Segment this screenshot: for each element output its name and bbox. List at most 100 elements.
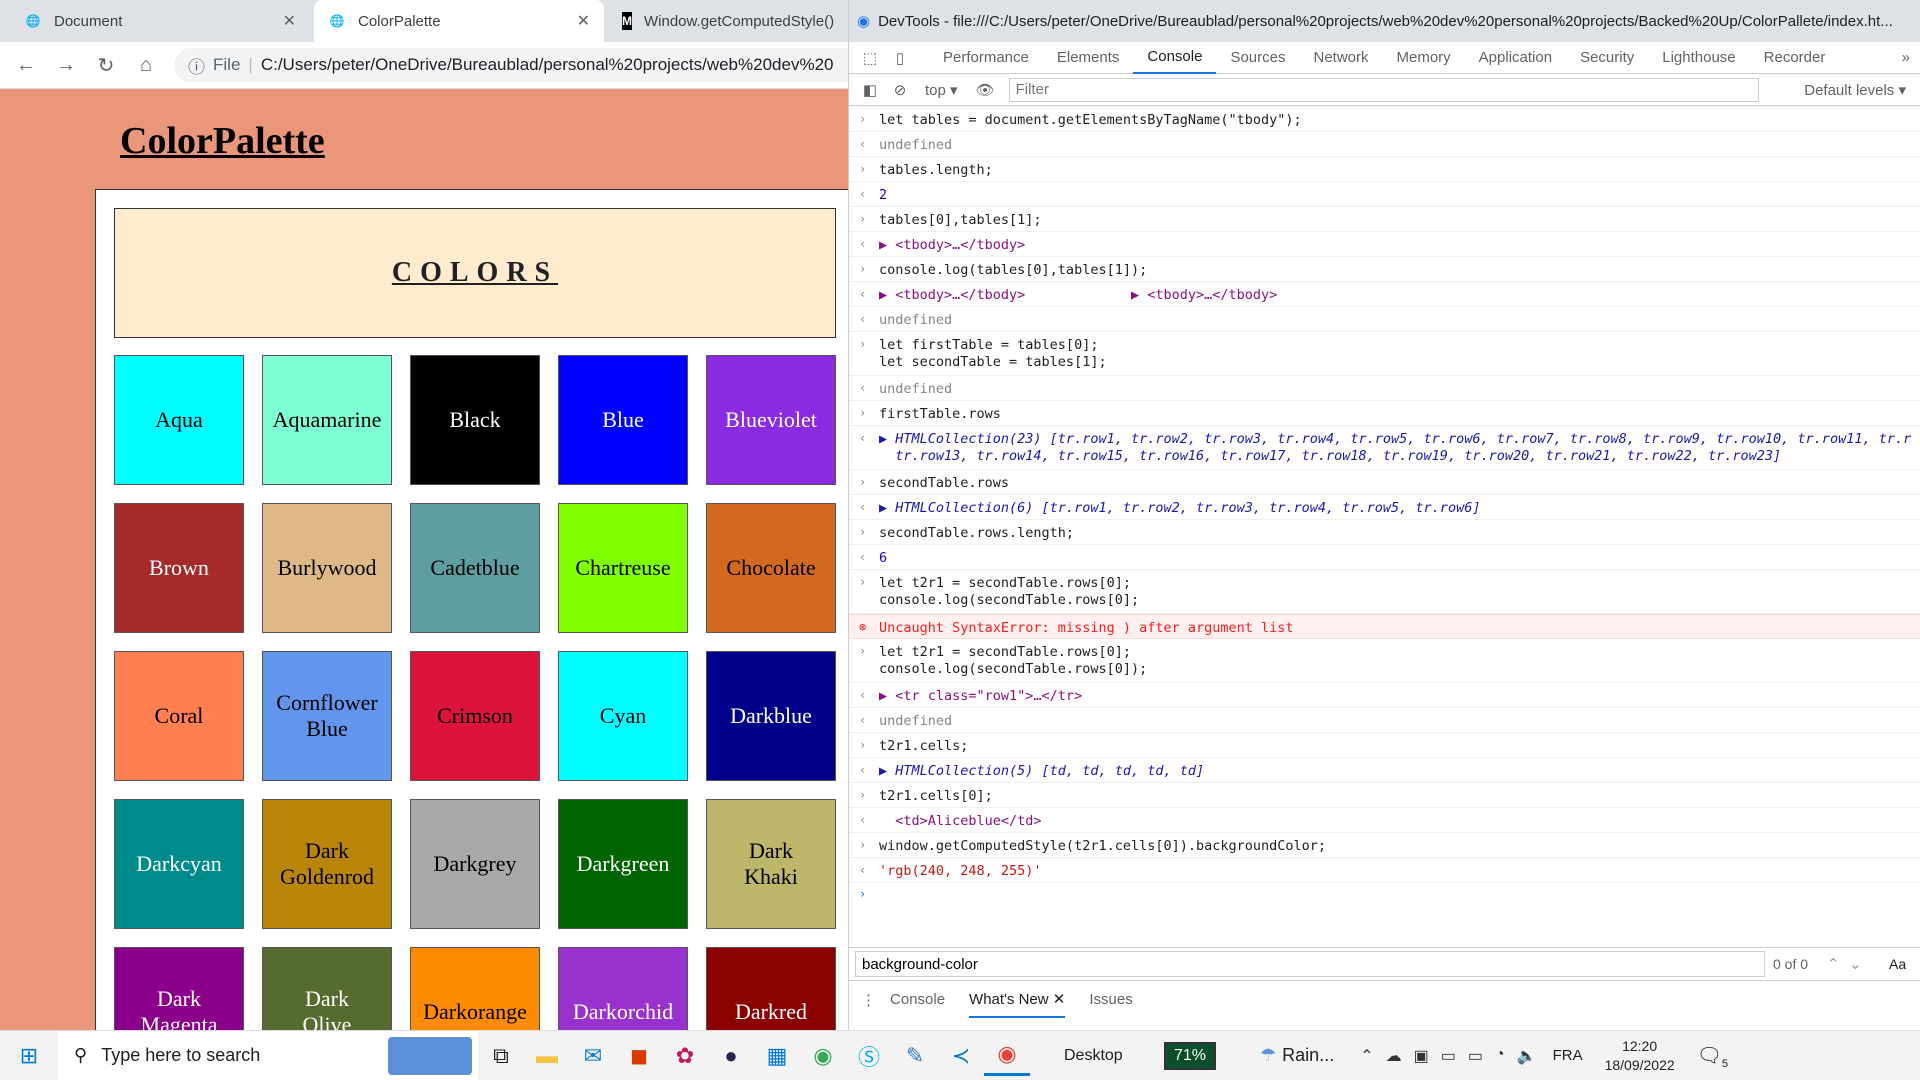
- devtools-tab-performance[interactable]: Performance: [929, 42, 1043, 74]
- notepad-icon[interactable]: ✎: [892, 1036, 938, 1076]
- close-icon[interactable]: ✕: [577, 11, 590, 31]
- console-output-line[interactable]: ‹ ▶ HTMLCollection(6) [tr.row1, tr.row2, …: [849, 495, 1920, 520]
- console-error-line: ⊗ Uncaught SyntaxError: missing ) after a…: [849, 614, 1920, 639]
- clear-console-icon[interactable]: ⊘: [885, 81, 915, 99]
- taskbar-search[interactable]: ⚲ Type here to search: [58, 1030, 478, 1080]
- color-swatch: Cadetblue: [410, 503, 540, 633]
- mail-icon[interactable]: ✉: [570, 1036, 616, 1076]
- devtools-tab-application[interactable]: Application: [1465, 42, 1566, 74]
- devtools-tab-lighthouse[interactable]: Lighthouse: [1648, 42, 1749, 74]
- wifi-icon[interactable]: ◔: [1495, 1046, 1505, 1066]
- eclipse-icon[interactable]: ●: [708, 1036, 754, 1076]
- drawer-tabs: ⋮ Console What's New ✕ Issues: [849, 980, 1920, 1018]
- drawer-tab-console[interactable]: Console: [890, 991, 945, 1008]
- chrome-icon[interactable]: ◉: [800, 1036, 846, 1076]
- address-bar[interactable]: ⓘ File | C:/Users/peter/OneDrive/Bureaub…: [174, 48, 848, 82]
- console-output-line[interactable]: ‹ ▶ <tbody>…</tbody> ▶ <tbody>…</tbody>: [849, 282, 1920, 307]
- file-explorer-icon[interactable]: ▬: [524, 1036, 570, 1076]
- meet-icon[interactable]: ▣: [1414, 1046, 1429, 1066]
- globe-icon: 🌐: [25, 14, 41, 28]
- weather-widget[interactable]: ☂ Rain...: [1260, 1045, 1334, 1066]
- devtools-tab-network[interactable]: Network: [1299, 42, 1382, 74]
- console-text: let t2r1 = secondTable.rows[0]; console.…: [879, 575, 1140, 608]
- prompt-chevron-icon: ›: [859, 162, 867, 176]
- vscode-icon[interactable]: ≺: [938, 1036, 984, 1076]
- console-output-line[interactable]: ‹ ▶ <tr class="row1">…</tr>: [849, 683, 1920, 708]
- clock[interactable]: 12:20 18/09/2022: [1605, 1037, 1675, 1075]
- devtools-tab-elements[interactable]: Elements: [1043, 42, 1134, 74]
- display-icon[interactable]: ▭: [1441, 1046, 1456, 1066]
- more-tabs-icon[interactable]: »: [1902, 49, 1910, 66]
- info-icon: ⓘ: [188, 57, 205, 77]
- forward-icon[interactable]: →: [52, 51, 80, 79]
- console-input-line: › let tables = document.getElementsByTagN…: [849, 107, 1920, 132]
- colors-header: COLORS: [114, 208, 836, 338]
- drawer-tab-whats-new[interactable]: What's New ✕: [969, 982, 1066, 1018]
- color-swatch: Crimson: [410, 651, 540, 781]
- drawer-tab-whats-new-label: What's New: [969, 990, 1049, 1008]
- inspect-icon[interactable]: ⬚: [855, 49, 885, 67]
- language-indicator[interactable]: FRA: [1553, 1047, 1583, 1064]
- prompt-chevron-icon: ›: [859, 575, 867, 589]
- prompt-chevron-icon: ›: [859, 262, 867, 276]
- color-swatch: Dark Goldenrod: [262, 799, 392, 929]
- search-icon: ⚲: [74, 1045, 88, 1065]
- cloud-icon[interactable]: ☁: [1386, 1046, 1402, 1066]
- task-view-icon[interactable]: ⧉: [478, 1036, 524, 1076]
- devtools-tab-recorder[interactable]: Recorder: [1750, 42, 1840, 74]
- volume-icon[interactable]: 🔈: [1517, 1046, 1537, 1066]
- close-icon[interactable]: ✕: [1053, 991, 1066, 1008]
- chevron-up-icon[interactable]: ⌃: [1360, 1046, 1373, 1066]
- color-swatch: Darkgreen: [558, 799, 688, 929]
- device-toolbar-icon[interactable]: ▯: [885, 49, 915, 67]
- search-next-icon[interactable]: ⌄: [1849, 955, 1862, 973]
- search-input[interactable]: [855, 951, 1765, 977]
- console-output-line[interactable]: ‹ ▶ HTMLCollection(23) [tr.row1, tr.row2,…: [849, 426, 1920, 470]
- chrome-icon: ◉: [857, 13, 871, 30]
- color-swatch: Dark Khaki: [706, 799, 836, 929]
- devtools-tab-security[interactable]: Security: [1566, 42, 1648, 74]
- drawer-menu-icon[interactable]: ⋮: [861, 991, 876, 1009]
- close-icon[interactable]: ✕: [283, 11, 296, 31]
- console-input-line: › t2r1.cells[0];: [849, 783, 1920, 808]
- reload-icon[interactable]: ↻: [92, 51, 120, 79]
- office-icon[interactable]: ◼: [616, 1036, 662, 1076]
- console-text: tables[0],tables[1];: [879, 212, 1042, 228]
- match-case-button[interactable]: Aa: [1889, 956, 1906, 972]
- calculator-icon[interactable]: ▦: [754, 1036, 800, 1076]
- battery-indicator: 71%: [1164, 1041, 1217, 1070]
- console-filter-input[interactable]: [1008, 77, 1759, 102]
- console-output-line[interactable]: ‹ ▶ <tbody>…</tbody>: [849, 232, 1920, 257]
- tab-mdn[interactable]: M Window.getComputedStyle(): [608, 0, 848, 42]
- home-icon[interactable]: ⌂: [132, 51, 160, 79]
- console-output-line[interactable]: ‹ ▶ HTMLCollection(5) [td, td, td, td, td…: [849, 758, 1920, 783]
- chrome-active-icon[interactable]: ◉: [984, 1036, 1030, 1076]
- sidebar-toggle-icon[interactable]: ◧: [855, 81, 885, 99]
- desktop-toolbar[interactable]: Desktop: [1064, 1047, 1144, 1065]
- console-output-line: ‹ 'rgb(240, 248, 255)': [849, 858, 1920, 883]
- tab-document[interactable]: 🌐 Document ✕: [10, 0, 310, 42]
- drawer-tab-issues[interactable]: Issues: [1089, 991, 1132, 1008]
- devtools-tab-sources[interactable]: Sources: [1216, 42, 1299, 74]
- back-icon[interactable]: ←: [12, 51, 40, 79]
- log-levels-dropdown[interactable]: Default levels ▾: [1804, 81, 1906, 99]
- battery-icon[interactable]: ▭: [1468, 1046, 1483, 1066]
- app-icon[interactable]: ✿: [662, 1036, 708, 1076]
- console-text: firstTable.rows: [879, 406, 1001, 422]
- color-table: COLORS Aqua Aquamarine Black Blue Blueviolet…: [95, 189, 848, 1030]
- context-selector[interactable]: top ▾: [925, 81, 958, 99]
- eye-icon[interactable]: 👁: [976, 81, 995, 99]
- notification-icon[interactable]: 🗨 5: [1697, 1043, 1728, 1070]
- tab-colorpalette[interactable]: 🌐 ColorPalette ✕: [314, 0, 604, 42]
- console-output: › let tables = document.getElementsByTagN…: [849, 107, 1920, 947]
- result-arrow-icon: ‹: [859, 813, 867, 827]
- prompt-chevron-icon: ›: [859, 475, 867, 489]
- skype-icon[interactable]: Ⓢ: [846, 1036, 892, 1076]
- console-output-line[interactable]: ‹ <td>Aliceblue</td>: [849, 808, 1920, 833]
- console-prompt[interactable]: ›: [849, 883, 1920, 907]
- devtools-tab-console[interactable]: Console: [1133, 42, 1217, 74]
- windows-start-icon[interactable]: ⊞: [0, 1036, 58, 1076]
- log-levels-label: Default levels: [1804, 81, 1895, 99]
- devtools-tab-memory[interactable]: Memory: [1383, 42, 1465, 74]
- search-prev-icon[interactable]: ⌃: [1827, 955, 1840, 973]
